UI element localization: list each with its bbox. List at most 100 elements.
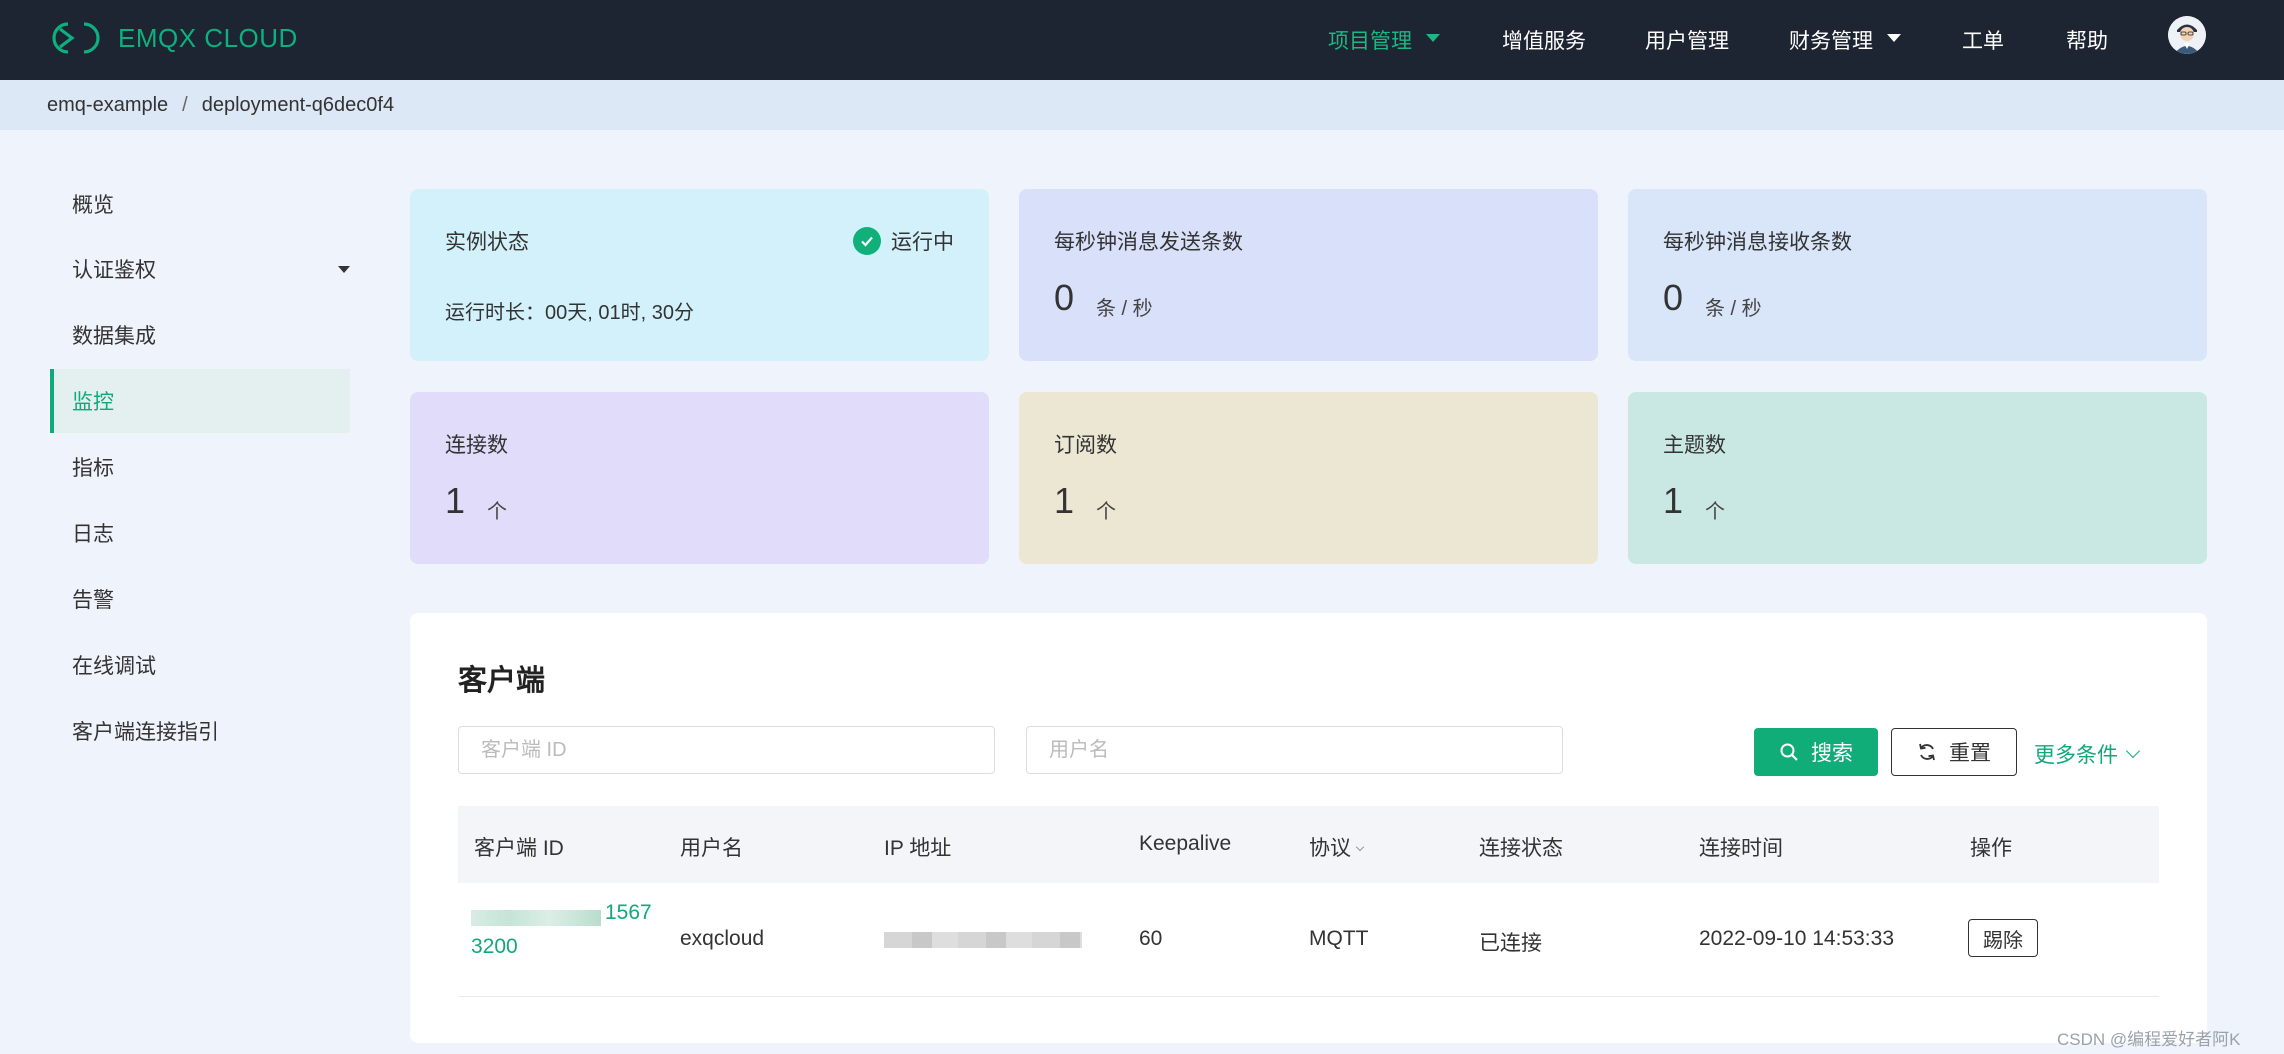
brand-name: EMQX CLOUD <box>118 22 298 53</box>
column-header-protocol[interactable]: 协议 <box>1309 832 1365 862</box>
send-rate-card: 每秒钟消息发送条数 0 条 / 秒 <box>1019 189 1598 361</box>
nav-item-label: 用户管理 <box>1645 30 1729 53</box>
topics-unit: 个 <box>1705 501 1725 523</box>
reset-button[interactable]: 重置 <box>1891 728 2017 776</box>
sidebar-item-alerts[interactable]: 告警 <box>50 567 350 631</box>
instance-status-card: 实例状态 运行中 运行时长：00天, 01时, 30分 <box>410 189 989 361</box>
chevron-down-icon <box>2125 743 2141 759</box>
sidebar-item-label: 在线调试 <box>72 655 156 678</box>
sidebar-item-label: 监控 <box>72 391 114 414</box>
column-header-ip: IP 地址 <box>884 837 952 860</box>
client-id-input[interactable] <box>458 726 995 774</box>
nav-item-label: 帮助 <box>2066 30 2108 53</box>
connections-card: 连接数 1 个 <box>410 392 989 564</box>
sidebar-item-metrics[interactable]: 指标 <box>50 435 350 499</box>
connections-value: 1 <box>445 480 466 521</box>
top-navbar: EMQX CLOUD 项目管理 增值服务 用户管理 财务管理 工单 帮助 <box>0 0 2284 80</box>
sidebar-item-overview[interactable]: 概览 <box>50 172 350 236</box>
nav-item-finance[interactable]: 财务管理 <box>1789 0 1901 80</box>
username-cell: exqcloud <box>680 927 765 950</box>
brand-logo[interactable]: EMQX CLOUD <box>46 16 298 60</box>
sidebar-item-label: 数据集成 <box>72 325 156 348</box>
protocol-cell: MQTT <box>1309 927 1369 950</box>
username-input[interactable] <box>1026 726 1563 774</box>
nav-item-projects[interactable]: 项目管理 <box>1328 0 1440 80</box>
emqx-logo-icon <box>52 22 100 54</box>
search-icon <box>1780 743 1798 761</box>
subscriptions-unit: 个 <box>1096 501 1116 523</box>
topics-card: 主题数 1 个 <box>1628 392 2207 564</box>
client-id-suffix: 1567 <box>605 901 652 924</box>
connected-at-cell: 2022-09-10 14:53:33 <box>1699 927 1894 950</box>
nav-item-label: 增值服务 <box>1502 30 1586 53</box>
nav-item-tickets[interactable]: 工单 <box>1962 0 2004 80</box>
card-title: 连接数 <box>445 434 508 457</box>
column-header-client-id: 客户端 ID <box>474 837 564 860</box>
refresh-icon <box>1919 743 1935 761</box>
status-badge: 运行中 <box>853 226 954 256</box>
column-header-actions: 操作 <box>1970 837 2012 860</box>
panel-title: 客户端 <box>458 665 546 697</box>
user-avatar-icon <box>2168 16 2206 54</box>
caret-down-icon <box>1426 34 1440 42</box>
breadcrumb-project[interactable]: emq-example <box>47 94 168 117</box>
keepalive-cell: 60 <box>1139 927 1163 950</box>
card-title: 实例状态 <box>445 231 529 254</box>
sort-chevron-icon <box>1355 842 1365 852</box>
check-circle-icon <box>853 227 881 255</box>
sidebar-item-label: 客户端连接指引 <box>72 721 219 744</box>
sidebar-item-auth[interactable]: 认证鉴权 <box>50 237 350 301</box>
breadcrumb-separator: / <box>182 93 188 116</box>
connections-unit: 个 <box>487 501 507 523</box>
caret-down-icon <box>338 265 350 273</box>
nav-item-users[interactable]: 用户管理 <box>1645 0 1729 80</box>
user-avatar[interactable] <box>2168 16 2206 54</box>
card-title: 每秒钟消息发送条数 <box>1054 231 1243 254</box>
nav-item-value-added[interactable]: 增值服务 <box>1502 0 1586 80</box>
sidebar-item-online-debug[interactable]: 在线调试 <box>50 633 350 697</box>
nav-item-label: 财务管理 <box>1789 30 1873 53</box>
nav-item-label: 工单 <box>1962 30 2004 53</box>
receive-rate-value: 0 <box>1663 277 1684 318</box>
card-title: 订阅数 <box>1054 434 1117 457</box>
topics-value: 1 <box>1663 480 1684 521</box>
subscriptions-value: 1 <box>1054 480 1075 521</box>
sidebar-item-connection-guide[interactable]: 客户端连接指引 <box>50 699 350 763</box>
clients-panel: 客户端 搜索 重置 更多条件 客户端 ID 用户名 IP 地址 Keepaliv… <box>410 613 2207 1043</box>
search-button[interactable]: 搜索 <box>1754 728 1878 776</box>
status-text: 运行中 <box>891 231 954 254</box>
sidebar-item-label: 告警 <box>72 589 114 612</box>
send-rate-value: 0 <box>1054 277 1075 318</box>
client-id-suffix-line2: 3200 <box>471 935 518 958</box>
subscriptions-card: 订阅数 1 个 <box>1019 392 1598 564</box>
kick-client-button[interactable]: 踢除 <box>1968 919 2038 957</box>
column-header-username: 用户名 <box>680 837 743 860</box>
send-rate-unit: 条 / 秒 <box>1096 298 1153 320</box>
table-row: 1567 3200 exqcloud 60 MQTT 已连接 2022-09-1… <box>458 883 2159 997</box>
nav-item-help[interactable]: 帮助 <box>2066 0 2108 80</box>
breadcrumb: emq-example / deployment-q6dec0f4 <box>0 80 2284 130</box>
sidebar-item-data-integration[interactable]: 数据集成 <box>50 303 350 367</box>
sidebar-item-monitoring[interactable]: 监控 <box>50 369 350 433</box>
receive-rate-unit: 条 / 秒 <box>1705 298 1762 320</box>
sidebar-item-label: 概览 <box>72 194 114 217</box>
card-title: 每秒钟消息接收条数 <box>1663 231 1852 254</box>
more-conditions-toggle[interactable]: 更多条件 <box>2034 739 2141 769</box>
connection-state-cell: 已连接 <box>1479 932 1542 955</box>
more-conditions-label: 更多条件 <box>2034 744 2118 767</box>
column-header-keepalive: Keepalive <box>1139 832 1232 855</box>
nav-item-label: 项目管理 <box>1328 30 1412 53</box>
sidebar-item-label: 日志 <box>72 523 114 546</box>
column-header-label: 协议 <box>1309 837 1351 860</box>
uptime-text: 运行时长：00天, 01时, 30分 <box>445 302 694 324</box>
column-header-connected-at: 连接时间 <box>1699 837 1783 860</box>
redacted-client-id-blur <box>471 910 601 926</box>
caret-down-icon <box>1887 34 1901 42</box>
search-button-label: 搜索 <box>1811 742 1853 765</box>
sidebar-item-label: 认证鉴权 <box>72 259 156 282</box>
watermark: CSDN @编程爱好者阿K <box>2057 1030 2241 1049</box>
sidebar-item-label: 指标 <box>72 457 114 480</box>
sidebar-item-logs[interactable]: 日志 <box>50 501 350 565</box>
clients-table-header: 客户端 ID 用户名 IP 地址 Keepalive 协议 连接状态 连接时间 … <box>458 806 2159 883</box>
breadcrumb-deployment: deployment-q6dec0f4 <box>201 93 395 116</box>
